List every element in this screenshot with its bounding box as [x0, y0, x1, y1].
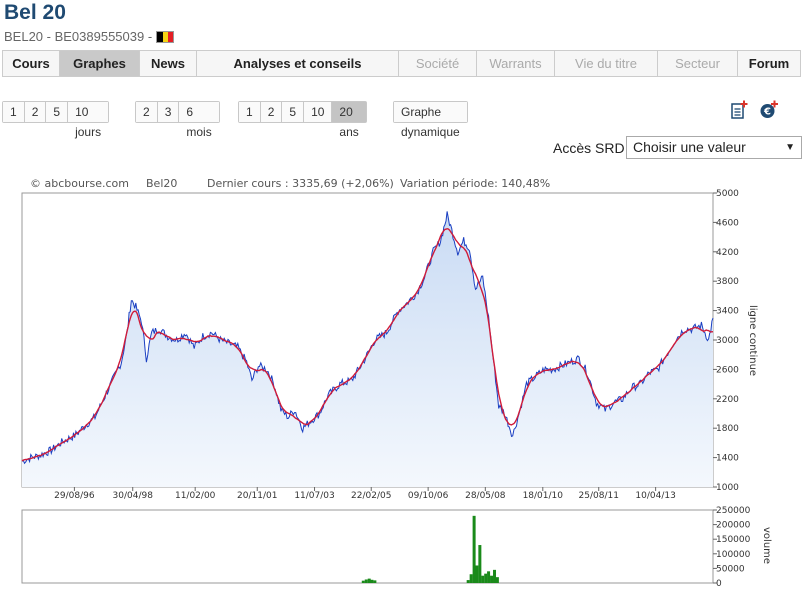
- x-tick-label: 28/05/08: [465, 491, 506, 501]
- x-tick-label: 11/02/00: [175, 491, 216, 501]
- y-tick-label: 3800: [716, 277, 739, 287]
- volume-bar: [487, 571, 491, 583]
- volume-bar: [481, 575, 485, 583]
- volume-bar: [466, 580, 470, 583]
- x-tick-label: 25/08/11: [579, 491, 619, 501]
- volume-bar: [361, 580, 365, 583]
- y-tick-label: 1000: [716, 483, 739, 493]
- volume-tick-label: 250000: [716, 506, 751, 516]
- y-tick-label: 1800: [716, 424, 739, 434]
- volume-bar: [364, 579, 368, 583]
- price-chart: 5000 4600 4200 3800 3400 3000 2600 2200 1800 1400…: [21, 189, 772, 589]
- volume-tick-label: 50000: [716, 564, 745, 574]
- volume-tick-label: 200000: [716, 521, 751, 531]
- volume-tick-label: 150000: [716, 535, 751, 545]
- x-tick-label: 18/01/10: [523, 491, 564, 501]
- y-tick-label: 4200: [716, 248, 739, 258]
- y-tick-label: 2200: [716, 395, 739, 405]
- volume-bar: [493, 569, 497, 583]
- volume-tick-label: 100000: [716, 550, 751, 560]
- volume-plot-area: [21, 509, 714, 584]
- volume-bar: [367, 578, 371, 583]
- volume-axis-title: volume: [761, 527, 772, 564]
- x-tick-label: 22/02/05: [351, 491, 391, 501]
- volume-bar: [484, 573, 488, 583]
- y-tick-label: 2600: [716, 365, 739, 375]
- volume-bar: [478, 545, 482, 583]
- x-tick-label: 10/04/13: [635, 491, 675, 501]
- x-tick-label: 29/08/96: [54, 491, 95, 501]
- volume-bar: [472, 515, 476, 583]
- y-tick-label: 5000: [716, 189, 739, 199]
- y-tick-label: 3400: [716, 307, 739, 317]
- volume-bar: [475, 565, 479, 583]
- y-tick-label: 1400: [716, 454, 739, 464]
- y-tick-label: 4600: [716, 218, 739, 228]
- volume-tick-label: 0: [716, 579, 722, 589]
- volume-bar: [490, 575, 494, 583]
- volume-bar: [373, 580, 377, 583]
- x-tick-label: 09/10/06: [408, 491, 449, 501]
- y-tick-label: 3000: [716, 336, 739, 346]
- price-axis-title: ligne continue: [747, 305, 758, 376]
- x-tick-label: 30/04/98: [113, 491, 154, 501]
- x-tick-label: 20/11/01: [237, 491, 277, 501]
- volume-bar: [495, 577, 499, 583]
- x-tick-label: 11/07/03: [294, 491, 334, 501]
- volume-bar: [370, 579, 374, 583]
- volume-bar: [469, 574, 473, 583]
